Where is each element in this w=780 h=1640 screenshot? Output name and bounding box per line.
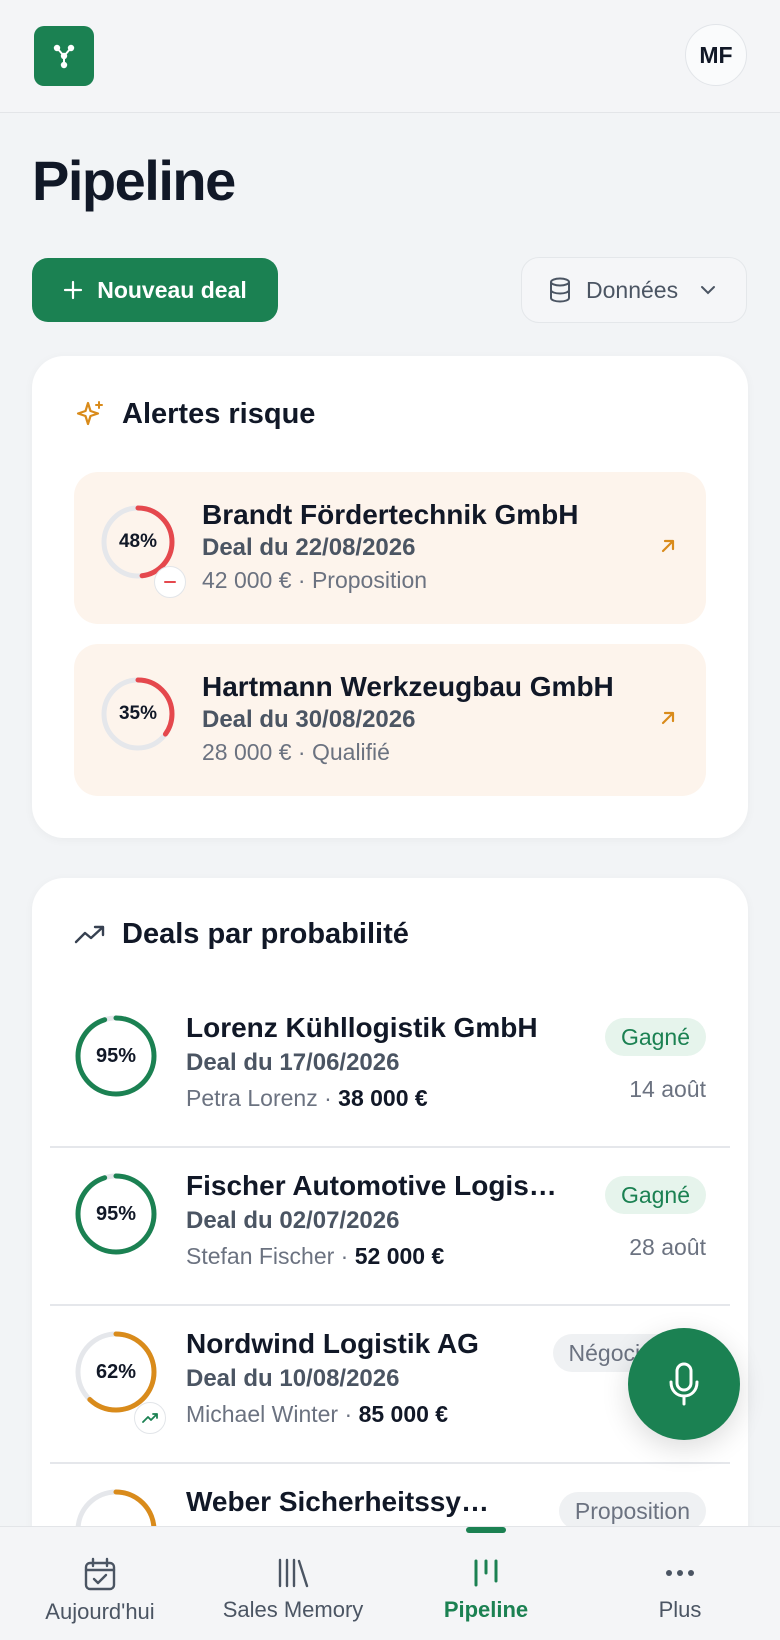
deal-contact: Petra Lorenz [186,1085,318,1111]
deal-company: Weber Sicherheitssysteme GmbH [186,1486,496,1517]
risk-meta: 28 000 € · Qualifié [202,739,390,765]
nav-label: Aujourd'hui [45,1599,155,1624]
deal-close-date: 28 août [629,1234,706,1260]
nav-label: Plus [658,1597,702,1622]
deal-amount: 52 000 € [354,1243,445,1269]
deal-close-date: 14 août [629,1076,706,1102]
risk-alerts-header: Alertes risque [74,398,315,431]
probability-label: 35% [118,703,158,724]
deal-company: Nordwind Logistik AG [186,1328,479,1359]
probability-label: 62% [95,1360,137,1383]
sparkles-icon [76,400,103,425]
risk-alert-item[interactable]: 35% Hartmann Werkzeugbau GmbH Deal du 30… [74,644,706,796]
risk-alert-item[interactable]: 48% Brandt Fördertechnik GmbH Deal du 22… [74,472,706,624]
nav-more[interactable]: Plus [620,1527,740,1640]
data-dropdown-button[interactable]: Données [521,257,747,323]
deal-amount: 85 000 € [358,1401,449,1427]
more-icon [666,1570,694,1576]
arrow-up-right-icon[interactable] [658,708,678,728]
calendar-check-icon [84,1557,116,1591]
deal-meta: Michael Winter · 85 000 € [186,1396,479,1432]
microphone-icon [669,1362,699,1406]
risk-alerts-title: Alertes risque [122,398,316,430]
stage-badge: Gagné [604,1176,706,1214]
deal-amount: 38 000 € [338,1085,428,1111]
deal-date: Deal du 10/08/2026 [186,1365,400,1392]
deal-row[interactable]: 95% Fischer Automotive Logistik GmbH Dea… [50,1144,730,1302]
nav-label: Pipeline [443,1597,529,1622]
risk-meta: 42 000 € · Proposition [202,567,428,593]
probability-ring: 62% [74,1330,158,1414]
risk-alerts-card: Alertes risque 48% Brandt Fördertechnik … [32,356,748,838]
deal-meta: Stefan Fischer · 52 000 € [186,1238,566,1274]
stage-badge: Proposition [558,1492,706,1530]
deal-date: Deal du 02/07/2026 [186,1207,400,1234]
library-icon [278,1558,309,1588]
meta-separator: · [338,1401,359,1427]
nav-sales-memory[interactable]: Sales Memory [208,1527,378,1640]
trend-up-icon [134,1402,166,1434]
probability-ring: 35% [100,676,176,752]
risk-deal: Deal du 22/08/2026 [202,534,416,561]
page-title: Pipeline [32,149,236,212]
probability-ring: 95% [74,1172,158,1256]
deal-row[interactable]: 95% Lorenz Kühllogistik GmbH Deal du 17/… [50,986,730,1144]
new-deal-label: Nouveau deal [97,276,247,303]
probability-ring: 95% [74,1014,158,1098]
risk-company: Hartmann Werkzeugbau GmbH [202,671,614,702]
database-icon [550,277,570,303]
top-bar: MF [0,0,780,113]
deals-header: Deals par probabilité [74,918,409,951]
deal-date: Deal du 17/06/2026 [186,1049,400,1076]
nav-label: Sales Memory [222,1597,364,1622]
arrow-up-right-icon[interactable] [658,536,678,556]
risk-company: Brandt Fördertechnik GmbH [202,499,579,530]
deal-meta: Petra Lorenz · 38 000 € [186,1080,538,1116]
bottom-nav: Aujourd'hui Sales Memory Pipeline Plus [0,1526,780,1640]
trend-flat-icon [154,566,186,598]
meta-separator: · [334,1243,355,1269]
probability-label: 95% [95,1044,137,1067]
new-deal-button[interactable]: Nouveau deal [32,258,278,322]
plus-icon [64,280,83,300]
deals-title: Deals par probabilité [122,918,409,950]
deal-contact: Michael Winter [186,1401,339,1427]
data-label: Données [586,276,679,303]
nav-today[interactable]: Aujourd'hui [30,1527,170,1640]
voice-input-button[interactable] [628,1328,740,1440]
stage-badge: Gagné [604,1018,706,1056]
user-avatar[interactable]: MF [685,24,747,86]
probability-label: 95% [95,1202,137,1225]
risk-deal: Deal du 30/08/2026 [202,706,416,733]
deal-company: Fischer Automotive Logistik GmbH [186,1170,566,1201]
app-logo[interactable] [34,26,94,86]
chevron-down-icon [701,286,716,295]
meta-separator: · [317,1085,339,1111]
deal-contact: Stefan Fischer [186,1243,335,1269]
nav-pipeline[interactable]: Pipeline [426,1527,546,1640]
network-icon [53,44,75,69]
pipeline-icon [474,1559,498,1587]
deal-company: Lorenz Kühllogistik GmbH [186,1012,538,1043]
trending-up-icon [74,925,105,943]
